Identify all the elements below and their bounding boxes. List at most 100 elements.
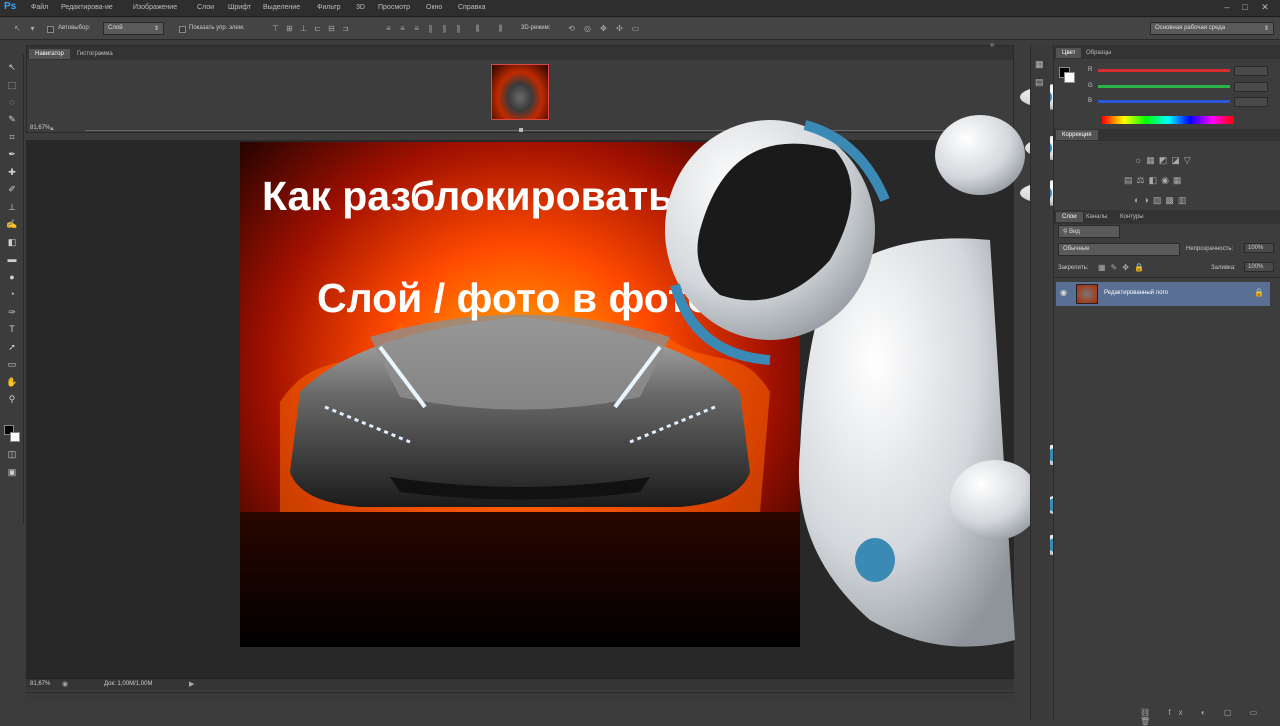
menu-file[interactable]: Файл <box>31 4 48 11</box>
menu-image[interactable]: Изображение <box>133 4 177 11</box>
align-right-icon[interactable]: ⊐ <box>340 24 351 34</box>
move-tool-preset-icon[interactable]: ↖ <box>12 24 23 34</box>
align-vcenter-icon[interactable]: ⊞ <box>284 24 295 34</box>
status-export-icon[interactable]: ◉ <box>62 680 68 688</box>
align-left-icon[interactable]: ⊏ <box>312 24 323 34</box>
menu-view[interactable]: Просмотр <box>378 4 410 11</box>
adjustment-icons-row-2[interactable]: ▤⚖◧◉▦ <box>1124 175 1185 186</box>
lock-icons[interactable]: ▦✎✥🔒 <box>1098 263 1149 272</box>
menu-edit[interactable]: Редактирова-ие <box>61 4 113 11</box>
history-brush-icon[interactable]: ✍ <box>4 217 20 231</box>
distribute-hcenter-icon[interactable]: ∥ <box>439 24 450 34</box>
shape-icon[interactable]: ▭ <box>4 357 20 371</box>
menu-type[interactable]: Шрифт <box>228 4 251 11</box>
dodge-icon[interactable]: ◔ <box>4 287 20 301</box>
brush-icon[interactable]: ✐ <box>4 182 20 196</box>
scale-3d-icon[interactable]: ▭ <box>630 24 641 34</box>
gradient-icon[interactable]: ▬ <box>4 252 20 266</box>
blend-mode-select[interactable]: Обычные <box>1058 243 1180 256</box>
menu-filter[interactable]: Фильтр <box>317 4 341 11</box>
blur-icon[interactable]: ● <box>4 270 20 284</box>
chevron-down-icon[interactable]: ▾ <box>27 24 38 34</box>
tab-histogram[interactable]: Гистограмма <box>71 49 119 59</box>
screen-mode-icon[interactable]: ▣ <box>4 465 20 479</box>
close-icon[interactable]: ✕ <box>1260 2 1270 12</box>
auto-align-icon[interactable]: ⫼ <box>495 24 506 34</box>
layer-row[interactable]: ◉ Редактированный лого 🔒 <box>1056 282 1270 306</box>
distribute-top-icon[interactable]: ≡ <box>383 24 394 34</box>
move-icon[interactable]: ↖ <box>4 60 20 74</box>
b-value-field[interactable] <box>1234 97 1268 107</box>
workspace-select[interactable]: Основная рабочая среда ⇕ <box>1150 22 1274 35</box>
tab-channels[interactable]: Каналы <box>1080 212 1113 222</box>
tab-navigator[interactable]: Навигатор <box>29 49 70 59</box>
pan-3d-icon[interactable]: ✥ <box>598 24 609 34</box>
crop-icon[interactable]: ⌗ <box>4 130 20 144</box>
tab-color[interactable]: Цвет <box>1056 48 1082 58</box>
slide-3d-icon[interactable]: ✣ <box>614 24 625 34</box>
autoselect-layer-select[interactable]: Слой ⇕ <box>103 22 164 35</box>
stamp-icon[interactable]: ⊥ <box>4 200 20 214</box>
navigator-slider-thumb[interactable] <box>519 128 523 132</box>
align-bottom-icon[interactable]: ⊥ <box>298 24 309 34</box>
lasso-icon[interactable]: ◌ <box>4 95 20 109</box>
adjustment-icons-row-1[interactable]: ☼▦◩◪▽ <box>1134 155 1195 166</box>
pen-icon[interactable]: ✑ <box>4 305 20 319</box>
show-controls-checkbox[interactable] <box>179 26 186 33</box>
color-bg-swatch[interactable] <box>1064 72 1075 83</box>
color-spectrum[interactable] <box>1102 116 1234 124</box>
rotate-3d-icon[interactable]: ⟲ <box>566 24 577 34</box>
g-slider[interactable] <box>1098 85 1230 88</box>
g-value-field[interactable] <box>1234 82 1268 92</box>
layer-kind-filter[interactable]: ⚲ Вид <box>1058 225 1120 238</box>
b-slider[interactable] <box>1098 100 1230 103</box>
layers-footer-icons[interactable]: ⛓ fx ◐ ▢ ▭ 🗑 <box>1140 708 1280 726</box>
magic-wand-icon[interactable]: ✎ <box>4 112 20 126</box>
tab-paths[interactable]: Контуры <box>1114 212 1150 222</box>
r-slider[interactable] <box>1098 69 1230 72</box>
distribute-vcenter-icon[interactable]: ≡ <box>397 24 408 34</box>
minimize-icon[interactable]: – <box>1222 2 1232 12</box>
auto-align-icon[interactable]: ⫼ <box>472 24 483 34</box>
horizontal-scrollbar[interactable] <box>26 692 1014 702</box>
properties-panel-icon[interactable]: ▤ <box>1035 77 1044 88</box>
tab-layers[interactable]: Слои <box>1056 212 1083 222</box>
eyedropper-icon[interactable]: ✒ <box>4 147 20 161</box>
fill-field[interactable]: 100% <box>1244 262 1274 272</box>
zoom-out-icon[interactable]: ▲ <box>49 126 56 132</box>
adjustment-icons-row-3[interactable]: ◐◑▨▩▥ <box>1134 195 1190 206</box>
background-color-swatch[interactable] <box>10 432 20 442</box>
quick-mask-icon[interactable]: ◫ <box>4 447 20 461</box>
zoom-icon[interactable]: ⚲ <box>4 392 20 406</box>
menu-3d[interactable]: 3D <box>356 4 365 11</box>
hand-icon[interactable]: ✋ <box>4 375 20 389</box>
menu-select[interactable]: Выделение <box>263 4 300 11</box>
maximize-icon[interactable]: □ <box>1240 2 1250 12</box>
history-panel-icon[interactable]: ▦ <box>1035 59 1044 70</box>
visibility-eye-icon[interactable]: ◉ <box>1060 288 1067 297</box>
collapse-icon[interactable]: » <box>990 40 994 49</box>
healing-brush-icon[interactable]: ✚ <box>4 165 20 179</box>
r-value-field[interactable] <box>1234 66 1268 76</box>
menu-help[interactable]: Справка <box>458 4 485 11</box>
align-top-icon[interactable]: ⊤ <box>270 24 281 34</box>
layer-name[interactable]: Редактированный лого <box>1104 290 1168 296</box>
autoselect-checkbox[interactable] <box>47 26 54 33</box>
roll-3d-icon[interactable]: ◎ <box>582 24 593 34</box>
distribute-left-icon[interactable]: ∥ <box>425 24 436 34</box>
navigator-thumbnail[interactable] <box>491 64 549 120</box>
tab-swatches[interactable]: Образцы <box>1080 48 1117 58</box>
tab-adjustments[interactable]: Коррекция <box>1056 130 1098 140</box>
navigator-zoom-value[interactable]: 81,67% <box>30 125 50 131</box>
status-zoom[interactable]: 81,67% <box>30 681 50 687</box>
opacity-field[interactable]: 100% <box>1244 243 1274 253</box>
distribute-right-icon[interactable]: ∥ <box>453 24 464 34</box>
distribute-bottom-icon[interactable]: ≡ <box>411 24 422 34</box>
align-hcenter-icon[interactable]: ⊟ <box>326 24 337 34</box>
marquee-icon[interactable]: ⬚ <box>4 78 20 92</box>
eraser-icon[interactable]: ◧ <box>4 235 20 249</box>
status-menu-arrow-icon[interactable]: ▶ <box>189 680 194 688</box>
menu-window[interactable]: Окно <box>426 4 442 11</box>
path-select-icon[interactable]: ➚ <box>4 340 20 354</box>
type-icon[interactable]: T <box>4 322 20 336</box>
